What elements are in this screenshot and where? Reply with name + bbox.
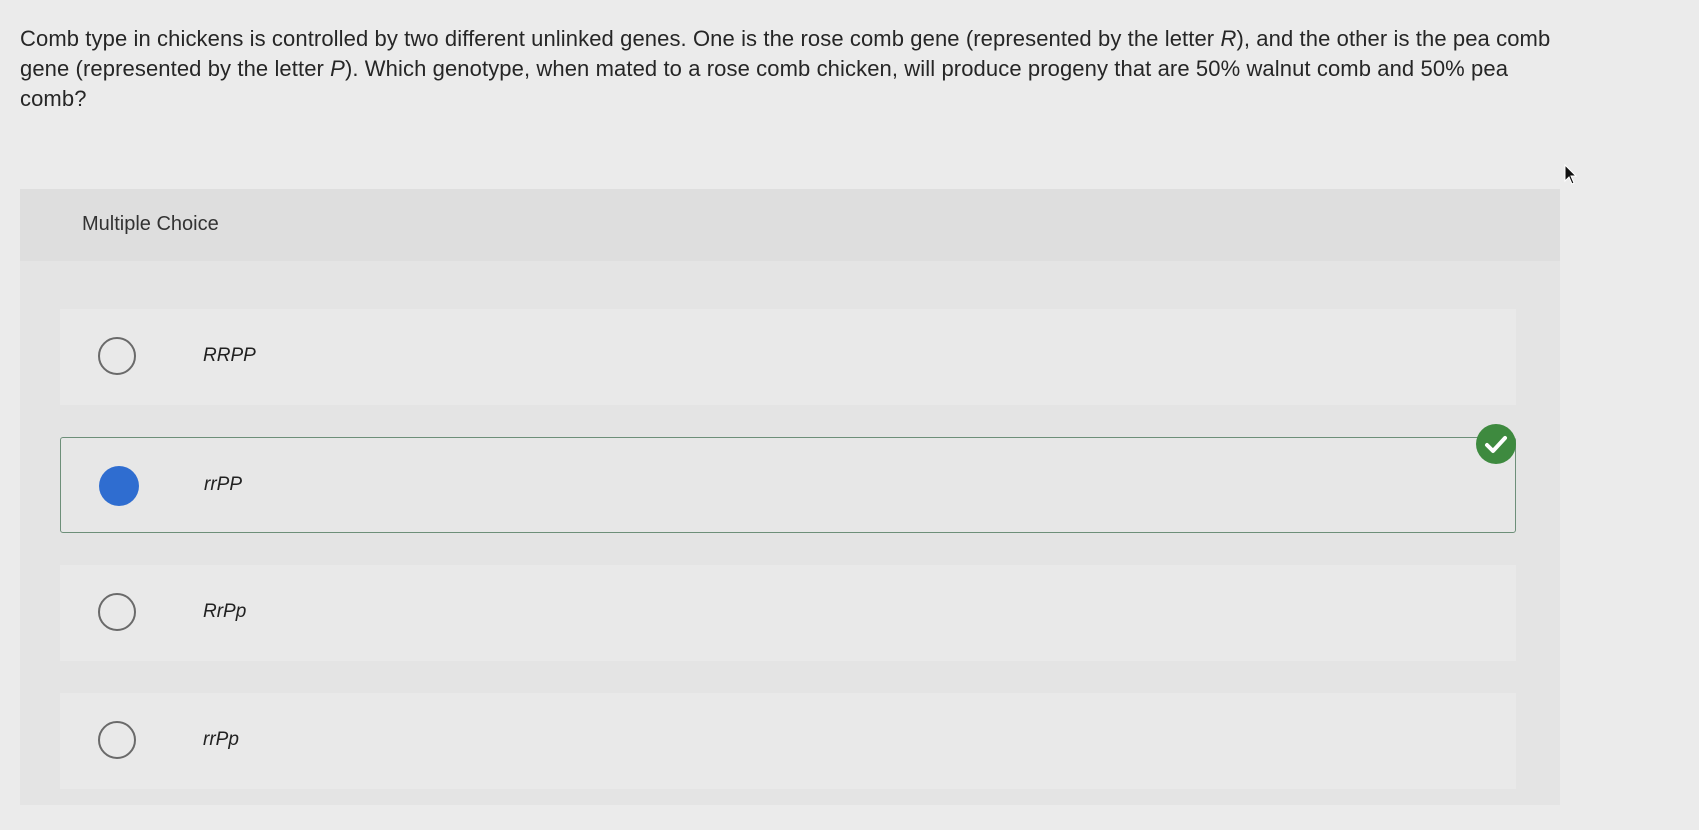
question-text: Comb type in chickens is controlled by t… (20, 24, 1560, 114)
choice-option-1[interactable]: RRPP (60, 309, 1516, 405)
radio-button[interactable] (98, 721, 136, 759)
check-circle-icon (1476, 424, 1516, 464)
choice-label: rrPp (203, 729, 239, 750)
choice-label: RRPP (203, 345, 256, 366)
gene-letter-p: P (330, 56, 345, 81)
choice-option-4[interactable]: rrPp (60, 693, 1516, 789)
multiple-choice-title: Multiple Choice (82, 213, 219, 235)
radio-button[interactable] (98, 337, 136, 375)
choice-option-2[interactable]: rrPP (60, 424, 1516, 533)
mouse-pointer-icon (1564, 163, 1578, 186)
multiple-choice-header: Multiple Choice (20, 189, 1560, 261)
radio-button[interactable] (98, 593, 136, 631)
choice-label: rrPP (204, 474, 242, 495)
gene-letter-r: R (1220, 26, 1237, 51)
choice-label: RrPp (203, 601, 247, 622)
multiple-choice-panel: Multiple Choice RRPP rrPP RrPp rrPp (20, 189, 1560, 805)
question-part-1: Comb type in chickens is controlled by t… (20, 26, 1221, 51)
choice-option-3[interactable]: RrPp (60, 565, 1516, 661)
radio-button-selected[interactable] (99, 466, 139, 506)
